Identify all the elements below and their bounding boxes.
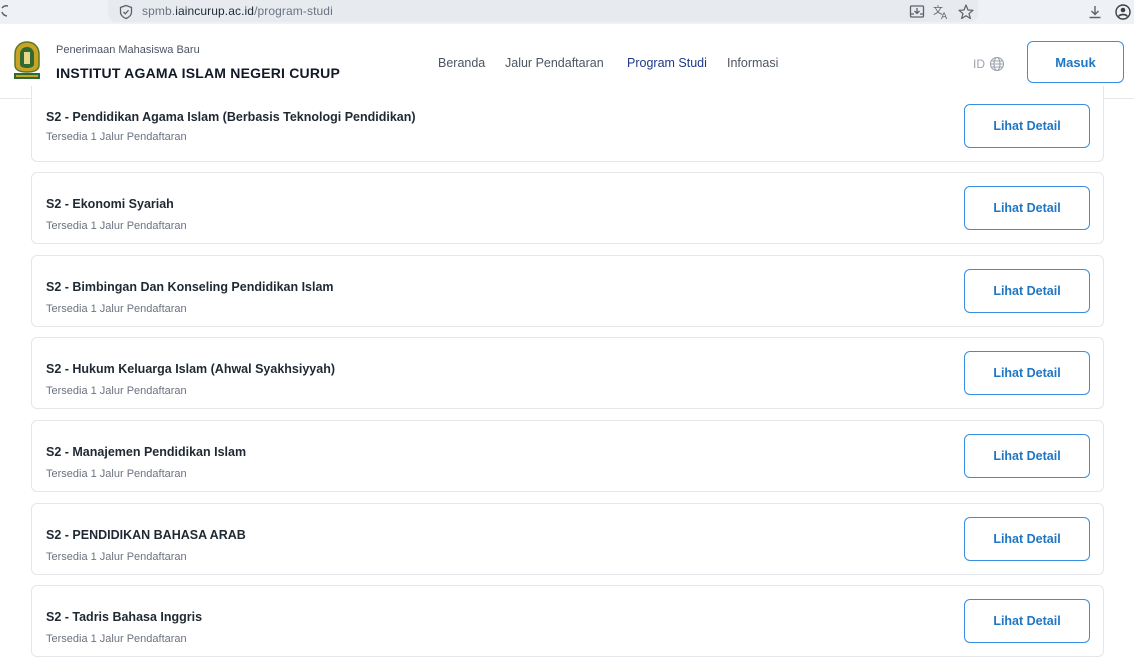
- url-prefix: spmb.: [142, 4, 176, 18]
- detail-button[interactable]: Lihat Detail: [964, 186, 1090, 230]
- svg-text:A: A: [941, 12, 948, 21]
- detail-button[interactable]: Lihat Detail: [964, 517, 1090, 561]
- program-card: S2 - Bimbingan Dan Konseling Pendidikan …: [31, 255, 1104, 327]
- program-availability: Tersedia 1 Jalur Pendaftaran: [46, 551, 187, 563]
- program-availability: Tersedia 1 Jalur Pendaftaran: [46, 131, 187, 143]
- program-title: S2 - Bimbingan Dan Konseling Pendidikan …: [46, 280, 334, 294]
- nav-program-studi[interactable]: Program Studi: [627, 56, 707, 70]
- program-title: S2 - PENDIDIKAN BAHASA ARAB: [46, 528, 246, 542]
- reload-icon[interactable]: [0, 3, 10, 21]
- bookmark-star-icon[interactable]: [957, 3, 975, 21]
- profile-icon[interactable]: [1114, 3, 1132, 21]
- iain-curup-logo[interactable]: [12, 41, 42, 81]
- site-info-icon[interactable]: [118, 4, 134, 20]
- program-availability: Tersedia 1 Jalur Pendaftaran: [46, 220, 187, 232]
- language-code: ID: [973, 57, 985, 71]
- globe-icon: [989, 56, 1005, 72]
- url-domain: iaincurup.ac.id: [175, 4, 255, 18]
- nav-jalur-pendaftaran[interactable]: Jalur Pendaftaran: [505, 56, 604, 70]
- browser-toolbar: spmb.iaincurup.ac.id/program-studi 文 A: [0, 0, 1134, 25]
- login-button[interactable]: Masuk: [1027, 41, 1124, 83]
- nav-informasi[interactable]: Informasi: [727, 56, 778, 70]
- language-selector[interactable]: ID: [973, 56, 1005, 72]
- detail-button[interactable]: Lihat Detail: [964, 351, 1090, 395]
- program-title: S2 - Tadris Bahasa Inggris: [46, 610, 203, 624]
- detail-button[interactable]: Lihat Detail: [964, 104, 1090, 148]
- install-app-icon[interactable]: [908, 3, 926, 21]
- url-text[interactable]: spmb.iaincurup.ac.id/program-studi: [142, 4, 333, 18]
- program-title: S2 - Manajemen Pendidikan Islam: [46, 445, 247, 459]
- site-subtitle: Penerimaan Mahasiswa Baru: [56, 44, 200, 56]
- program-availability: Tersedia 1 Jalur Pendaftaran: [46, 468, 187, 480]
- program-title: S2 - Ekonomi Syariah: [46, 197, 174, 211]
- detail-button[interactable]: Lihat Detail: [964, 269, 1090, 313]
- program-card: S2 - Manajemen Pendidikan Islam Tersedia…: [31, 420, 1104, 492]
- program-availability: Tersedia 1 Jalur Pendaftaran: [46, 385, 187, 397]
- program-card: S2 - PENDIDIKAN BAHASA ARAB Tersedia 1 J…: [31, 503, 1104, 575]
- program-availability: Tersedia 1 Jalur Pendaftaran: [46, 303, 187, 315]
- program-card: S2 - Tadris Bahasa Inggris Tersedia 1 Ja…: [31, 585, 1104, 657]
- detail-button[interactable]: Lihat Detail: [964, 599, 1090, 643]
- program-title: S2 - Pendidikan Agama Islam (Berbasis Te…: [46, 110, 416, 124]
- download-icon[interactable]: [1086, 3, 1104, 21]
- program-card: S2 - Hukum Keluarga Islam (Ahwal Syakhsi…: [31, 337, 1104, 409]
- nav-beranda[interactable]: Beranda: [438, 56, 485, 70]
- program-availability: Tersedia 1 Jalur Pendaftaran: [46, 633, 187, 645]
- detail-button[interactable]: Lihat Detail: [964, 434, 1090, 478]
- url-path: /program-studi: [254, 4, 333, 18]
- site-brand-name[interactable]: INSTITUT AGAMA ISLAM NEGERI CURUP: [56, 65, 340, 81]
- program-card: S2 - Ekonomi Syariah Tersedia 1 Jalur Pe…: [31, 172, 1104, 244]
- program-card: S2 - Pendidikan Agama Islam (Berbasis Te…: [31, 86, 1104, 162]
- translate-icon[interactable]: 文 A: [932, 3, 950, 21]
- program-title: S2 - Hukum Keluarga Islam (Ahwal Syakhsi…: [46, 362, 335, 376]
